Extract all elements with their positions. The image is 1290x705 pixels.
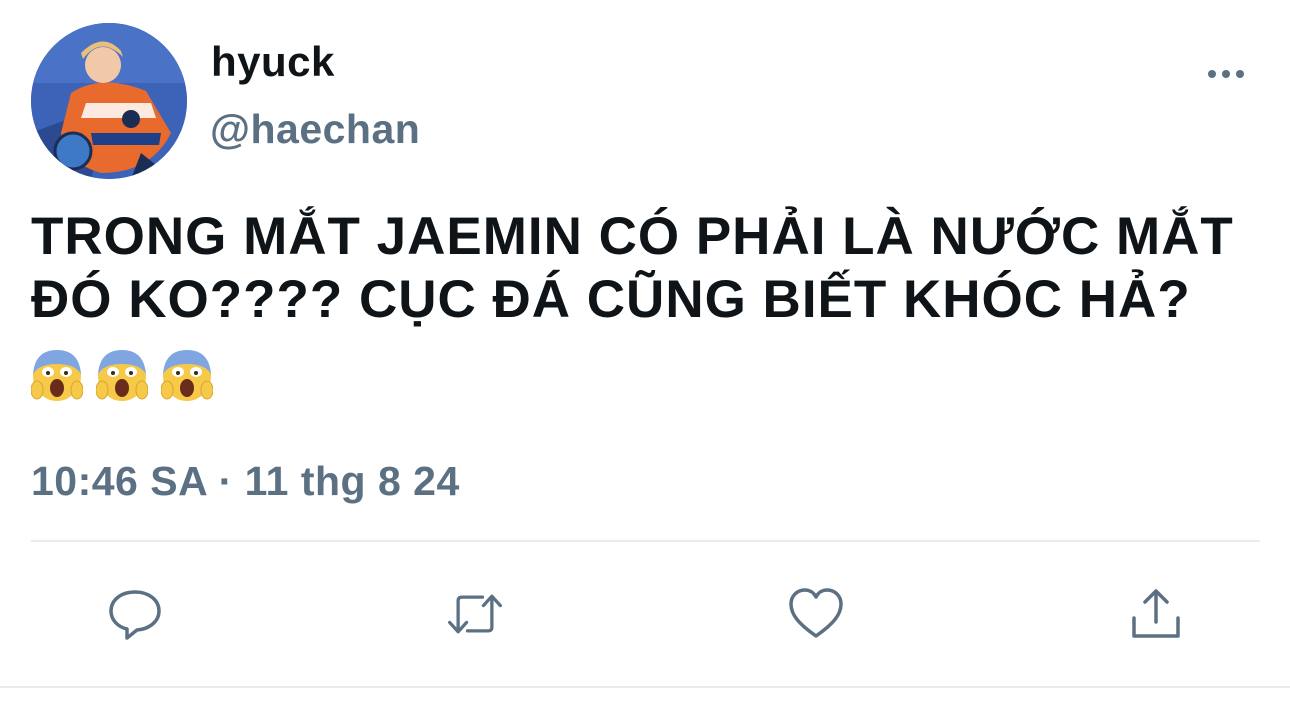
tweet-text: TRONG MẮT JAEMIN CÓ PHẢI LÀ NƯỚC MẮT ĐÓ … — [31, 207, 1234, 329]
reply-button[interactable] — [105, 584, 165, 644]
reply-icon — [109, 590, 161, 640]
avatar-image — [31, 23, 187, 179]
like-button[interactable] — [786, 584, 846, 644]
tweet-timestamp[interactable]: 10:46 SA · 11 thg 8 24 — [31, 458, 460, 505]
retweet-button[interactable] — [445, 584, 505, 644]
bottom-divider — [0, 686, 1290, 688]
user-handle[interactable]: @haechan — [210, 106, 420, 153]
share-icon — [1132, 589, 1180, 638]
divider — [31, 540, 1260, 542]
avatar[interactable] — [31, 23, 187, 179]
more-horizontal-icon[interactable] — [1206, 62, 1246, 86]
screaming-face-emoji — [31, 350, 83, 401]
screaming-face-emoji — [161, 350, 213, 401]
heart-icon — [789, 588, 843, 638]
tweet-detail: hyuck @haechan TRONG MẮT JAEMIN CÓ PHẢI … — [0, 0, 1290, 705]
retweet-icon — [448, 594, 502, 634]
share-button[interactable] — [1126, 584, 1186, 644]
screaming-face-emoji — [96, 350, 148, 401]
emoji-row — [31, 346, 213, 404]
display-name[interactable]: hyuck — [211, 38, 335, 86]
